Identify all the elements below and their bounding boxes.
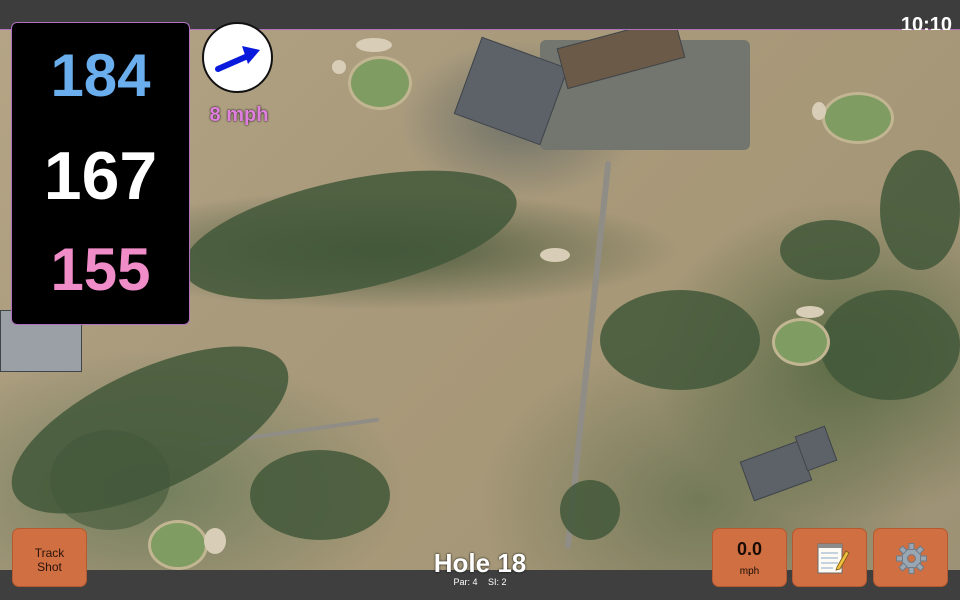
- track-shot-button[interactable]: Track Shot: [12, 528, 87, 587]
- hole-info: Par: 4 SI: 2: [380, 577, 580, 587]
- green: [348, 56, 412, 110]
- track-shot-label-line1: Track: [34, 546, 65, 560]
- tree-line: [172, 145, 528, 325]
- tree-line: [50, 430, 170, 530]
- tree-line: [560, 480, 620, 540]
- stroke-index-label: SI: 2: [488, 577, 507, 587]
- front-of-green-distance: 155: [50, 236, 151, 303]
- bunker: [796, 306, 824, 318]
- bunker: [356, 38, 392, 52]
- speed-unit: mph: [739, 566, 760, 577]
- par-label: Par: 4: [453, 577, 478, 587]
- wind-indicator[interactable]: [202, 22, 273, 93]
- green: [148, 520, 208, 570]
- green: [772, 318, 830, 366]
- wind-speed-label: 8 mph: [209, 104, 269, 126]
- bunker: [540, 248, 570, 262]
- back-of-green-distance: 184: [50, 42, 151, 109]
- tree-line: [820, 290, 960, 400]
- tree-line: [250, 450, 390, 540]
- green: [822, 92, 894, 144]
- distance-panel[interactable]: 184 167 155: [11, 22, 190, 325]
- tree-line: [600, 290, 760, 390]
- settings-button[interactable]: [873, 528, 948, 587]
- track-shot-label-line2: Shot: [37, 560, 62, 574]
- tree-line: [880, 150, 960, 270]
- arrow-up-right-icon: [215, 46, 260, 72]
- notepad-icon: [817, 543, 850, 574]
- bunker: [332, 60, 346, 74]
- hole-title[interactable]: Hole 18: [380, 548, 580, 579]
- tree-line: [780, 220, 880, 280]
- bunker: [204, 528, 226, 554]
- speed-value: 0.0: [736, 539, 763, 559]
- center-of-green-distance: 167: [43, 138, 158, 214]
- gear-icon: [896, 543, 927, 574]
- notes-button[interactable]: [792, 528, 867, 587]
- bunker: [812, 102, 826, 120]
- speed-button[interactable]: 0.0 mph: [712, 528, 787, 587]
